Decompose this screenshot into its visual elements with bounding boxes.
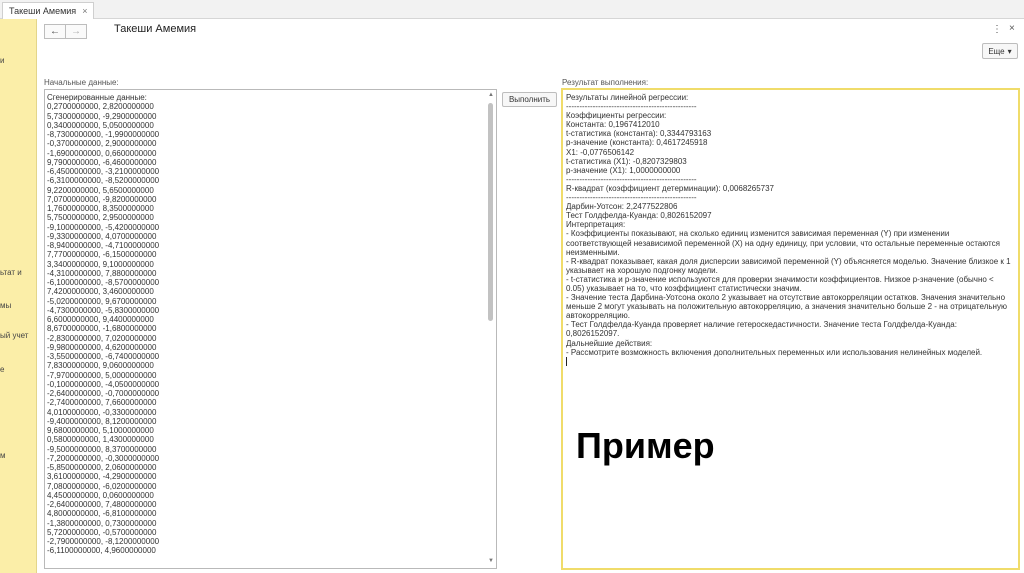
tab-takeshi-amemiya[interactable]: Такеши Амемия × — [2, 2, 95, 19]
sidebar-item-5[interactable]: е — [0, 365, 4, 374]
sidebar-item-2[interactable]: ьтат и — [0, 268, 22, 277]
tab-close-icon[interactable]: × — [82, 6, 87, 16]
result-field[interactable]: Результаты линейной регрессии: ---------… — [561, 88, 1020, 570]
history-nav: ← → — [44, 24, 87, 39]
tab-bar: Такеши Амемия × — [0, 0, 1024, 19]
tab-title: Такеши Амемия — [9, 6, 77, 16]
run-button[interactable]: Выполнить — [502, 92, 557, 107]
scroll-thumb[interactable] — [488, 103, 493, 321]
sidebar: и ьтат и мы ый учет е м — [0, 19, 37, 573]
forward-arrow-icon[interactable]: → — [66, 24, 87, 39]
more-button-label: Еще — [988, 46, 1005, 56]
scroll-down-icon[interactable]: ▼ — [487, 557, 495, 565]
result-label: Результат выполнения: — [562, 78, 649, 87]
input-scrollbar[interactable]: ▲ ▼ — [487, 91, 495, 565]
chevron-down-icon: ▾ — [1007, 46, 1012, 56]
result-text: Результаты линейной регрессии: ---------… — [566, 93, 1011, 357]
input-data-text: Сгенерированные данные: 0,2700000000, 2,… — [47, 93, 160, 556]
sidebar-item-1[interactable]: и — [0, 56, 4, 65]
input-label: Начальные данные: — [44, 78, 119, 87]
back-arrow-icon[interactable]: ← — [44, 24, 66, 39]
kebab-menu-icon[interactable]: ⋮ — [992, 24, 1002, 35]
scroll-up-icon[interactable]: ▲ — [487, 91, 495, 99]
sidebar-item-4[interactable]: ый учет — [0, 331, 28, 340]
text-cursor — [566, 357, 567, 367]
sidebar-item-6[interactable]: м — [0, 451, 6, 460]
input-data-field[interactable]: Сгенерированные данные: 0,2700000000, 2,… — [44, 89, 497, 569]
form-title: Такеши Амемия — [114, 23, 197, 35]
sidebar-item-3[interactable]: мы — [0, 301, 11, 310]
result-text-wrap: Результаты линейной регрессии: ---------… — [566, 93, 1011, 367]
more-button[interactable]: Еще ▾ — [982, 43, 1018, 59]
watermark-text: Пример — [576, 425, 715, 466]
close-form-icon[interactable]: × — [1009, 23, 1015, 34]
